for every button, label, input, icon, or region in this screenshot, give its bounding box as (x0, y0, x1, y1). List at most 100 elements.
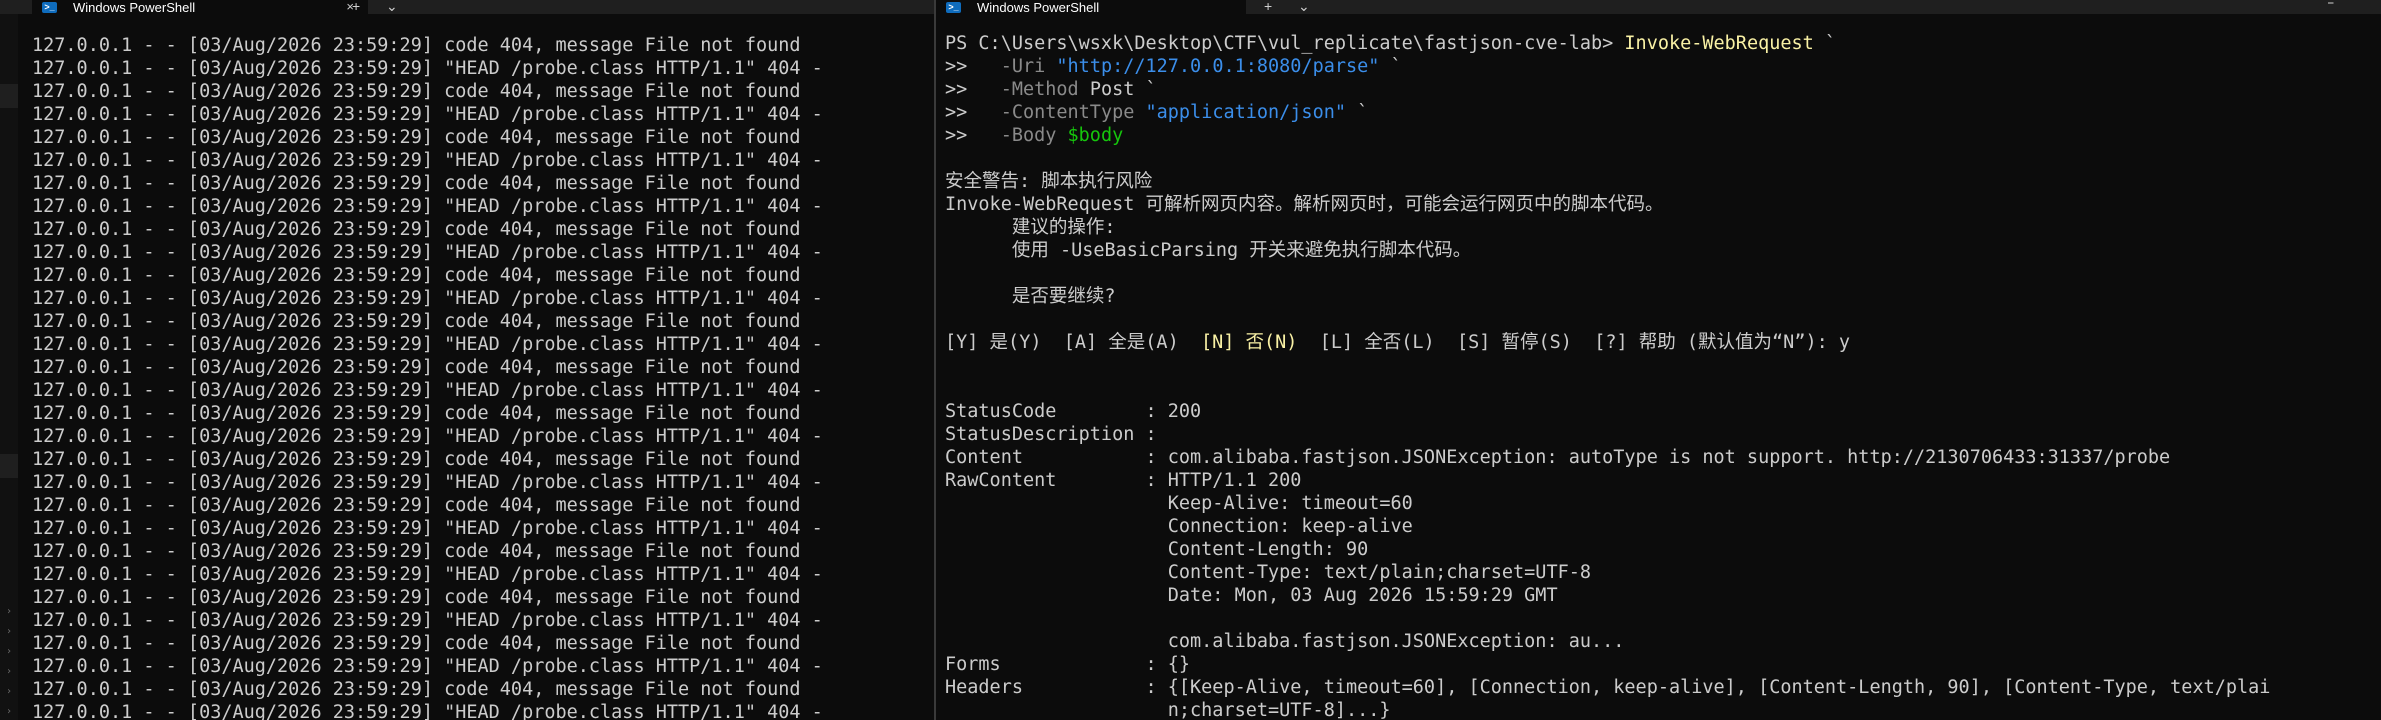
terminal-line: 127.0.0.1 - - [03/Aug/2026 23:59:29] "HE… (32, 656, 823, 677)
terminal-line: 127.0.0.1 - - [03/Aug/2026 23:59:29] cod… (32, 35, 801, 56)
terminal-line: 127.0.0.1 - - [03/Aug/2026 23:59:29] "HE… (32, 472, 823, 493)
terminal-line: 127.0.0.1 - - [03/Aug/2026 23:59:29] "HE… (32, 196, 823, 217)
terminal-text-segment: "application/json" (1145, 102, 1346, 123)
terminal-line: >> -Body $body (945, 124, 2270, 147)
terminal-line: 127.0.0.1 - - [03/Aug/2026 23:59:29] cod… (32, 357, 801, 378)
left-tab-title: Windows PowerShell (73, 0, 196, 15)
terminal-text-segment: 是否要继续? (945, 286, 1116, 307)
terminal-line: com.alibaba.fastjson.JSONException: au..… (945, 630, 2270, 653)
terminal-text-segment: Content-Length: 90 (945, 539, 1369, 560)
terminal-line: 127.0.0.1 - - [03/Aug/2026 23:59:29] cod… (32, 403, 801, 424)
left-window-titlebar: >_ Windows PowerShell × + ⌄ (0, 0, 934, 15)
terminal-text-segment: 安全警告: 脚本执行风险 (945, 171, 1153, 192)
right-tab-powershell[interactable]: >_ Windows PowerShell (936, 0, 1246, 15)
terminal-text-segment: StatusDescription : (945, 424, 1157, 445)
terminal-line: 127.0.0.1 - - [03/Aug/2026 23:59:29] "HE… (32, 288, 823, 309)
terminal-text-segment: -Body (1000, 125, 1068, 146)
terminal-line: 127.0.0.1 - - [03/Aug/2026 23:59:29] "HE… (32, 610, 823, 631)
terminal-text-segment: Keep-Alive: timeout=60 (945, 493, 1413, 514)
terminal-text-segment: Invoke-WebRequest (1624, 33, 1814, 54)
new-tab-button[interactable]: + (352, 0, 360, 14)
terminal-line: 127.0.0.1 - - [03/Aug/2026 23:59:29] cod… (32, 679, 801, 700)
terminal-text-segment: ` (1813, 33, 1837, 54)
terminal-line: 127.0.0.1 - - [03/Aug/2026 23:59:29] "HE… (32, 242, 823, 263)
terminal-text-segment: n;charset=UTF-8]...} (945, 700, 1391, 720)
powershell-icon: >_ (946, 1, 961, 13)
terminal-text-segment: Content-Type: text/plain;charset=UTF-8 (945, 562, 1592, 583)
chevron-right-icon: › (6, 666, 13, 677)
new-tab-button[interactable]: + (1264, 0, 1272, 14)
terminal-line: 127.0.0.1 - - [03/Aug/2026 23:59:29] cod… (32, 495, 801, 516)
terminal-text-segment: -ContentType (1000, 102, 1146, 123)
left-terminal-output[interactable]: 127.0.0.1 - - [03/Aug/2026 23:59:29] cod… (32, 34, 823, 720)
terminal-line: 127.0.0.1 - - [03/Aug/2026 23:59:29] cod… (32, 587, 801, 608)
minimize-icon[interactable]: ⎯ (2328, 0, 2334, 10)
terminal-line: 是否要继续? (945, 285, 2270, 308)
terminal-line: StatusDescription : (945, 423, 2270, 446)
terminal-line: >> -Uri "http://127.0.0.1:8080/parse" ` (945, 55, 2270, 78)
terminal-text-segment: "http://127.0.0.1:8080/parse" (1056, 56, 1380, 77)
terminal-line: 127.0.0.1 - - [03/Aug/2026 23:59:29] "HE… (32, 564, 823, 585)
terminal-line: Connection: keep-alive (945, 515, 2270, 538)
terminal-text-segment: ` (1379, 56, 1402, 77)
terminal-line: RawContent : HTTP/1.1 200 (945, 469, 2270, 492)
chevron-right-icon: › (6, 686, 13, 697)
terminal-line: Content : com.alibaba.fastjson.JSONExcep… (945, 446, 2270, 469)
chevron-down-icon[interactable]: ⌄ (1298, 0, 1310, 15)
chevron-down-icon[interactable]: ⌄ (386, 0, 398, 15)
terminal-line: StatusCode : 200 (945, 400, 2270, 423)
terminal-line: 127.0.0.1 - - [03/Aug/2026 23:59:29] cod… (32, 449, 801, 470)
terminal-line: PS C:\Users\wsxk\Desktop\CTF\vul_replica… (945, 32, 2270, 55)
terminal-text-segment: Post ` (1089, 79, 1157, 100)
left-terminal-pane[interactable]: › › › › › › 127.0.0.1 - - [03/Aug/2026 2… (0, 14, 934, 720)
terminal-text-segment: Date: Mon, 03 Aug 2026 15:59:29 GMT (945, 585, 1558, 606)
terminal-line: 127.0.0.1 - - [03/Aug/2026 23:59:29] "HE… (32, 702, 823, 720)
terminal-line: n;charset=UTF-8]...} (945, 699, 2270, 720)
terminal-text-segment: RawContent : HTTP/1.1 200 (945, 470, 1302, 491)
chevron-right-icon: › (6, 626, 13, 637)
terminal-gutter: › › › › › › (0, 14, 18, 720)
terminal-line: Date: Mon, 03 Aug 2026 15:59:29 GMT (945, 584, 2270, 607)
terminal-line: 127.0.0.1 - - [03/Aug/2026 23:59:29] "HE… (32, 150, 823, 171)
chevron-right-icon: › (6, 706, 13, 717)
terminal-text-segment: com.alibaba.fastjson.JSONException: au..… (945, 631, 1625, 652)
terminal-text-segment: [N] 否(N) (1200, 332, 1298, 353)
terminal-line: Forms : {} (945, 653, 2270, 676)
terminal-text-segment: >> (945, 102, 1001, 123)
terminal-line: 建议的操作: (945, 216, 2270, 239)
terminal-text-segment: StatusCode : 200 (945, 401, 1202, 422)
terminal-line: 127.0.0.1 - - [03/Aug/2026 23:59:29] "HE… (32, 380, 823, 401)
terminal-line: Invoke-WebRequest 可解析网页内容。解析网页时，可能会运行网页中… (945, 193, 2270, 216)
terminal-text-segment: Connection: keep-alive (945, 516, 1413, 537)
terminal-line: 127.0.0.1 - - [03/Aug/2026 23:59:29] cod… (32, 633, 801, 654)
terminal-line: 127.0.0.1 - - [03/Aug/2026 23:59:29] cod… (32, 127, 801, 148)
right-window-titlebar: >_ Windows PowerShell + ⌄ ⎯ (936, 0, 2381, 15)
right-terminal-pane[interactable]: PS C:\Users\wsxk\Desktop\CTF\vul_replica… (936, 14, 2381, 720)
terminal-line: 使用 -UseBasicParsing 开关来避免执行脚本代码。 (945, 239, 2270, 262)
terminal-line: 安全警告: 脚本执行风险 (945, 170, 2270, 193)
terminal-text-segment: -Method (1000, 79, 1090, 100)
terminal-line: 127.0.0.1 - - [03/Aug/2026 23:59:29] cod… (32, 81, 801, 102)
terminal-line: >> -ContentType "application/json" ` (945, 101, 2270, 124)
terminal-text-segment: Forms : {} (945, 654, 1191, 675)
terminal-line: Content-Length: 90 (945, 538, 2270, 561)
gutter-mark (0, 84, 18, 108)
terminal-line: Content-Type: text/plain;charset=UTF-8 (945, 561, 2270, 584)
terminal-line: 127.0.0.1 - - [03/Aug/2026 23:59:29] cod… (32, 173, 801, 194)
terminal-text-segment: -Uri (1000, 56, 1057, 77)
terminal-line: 127.0.0.1 - - [03/Aug/2026 23:59:29] "HE… (32, 518, 823, 539)
terminal-text-segment: Invoke-WebRequest 可解析网页内容。解析网页时，可能会运行网页中… (945, 194, 1664, 215)
terminal-text-segment: $body (1067, 125, 1124, 146)
gutter-mark (0, 454, 18, 478)
left-tab-powershell[interactable]: >_ Windows PowerShell × (32, 0, 368, 15)
terminal-line: 127.0.0.1 - - [03/Aug/2026 23:59:29] cod… (32, 219, 801, 240)
right-terminal-output[interactable]: PS C:\Users\wsxk\Desktop\CTF\vul_replica… (945, 32, 2270, 720)
terminal-text-segment: >> (945, 125, 1001, 146)
terminal-text-segment: >> (945, 56, 1001, 77)
terminal-text-segment: 建议的操作: (945, 217, 1116, 238)
